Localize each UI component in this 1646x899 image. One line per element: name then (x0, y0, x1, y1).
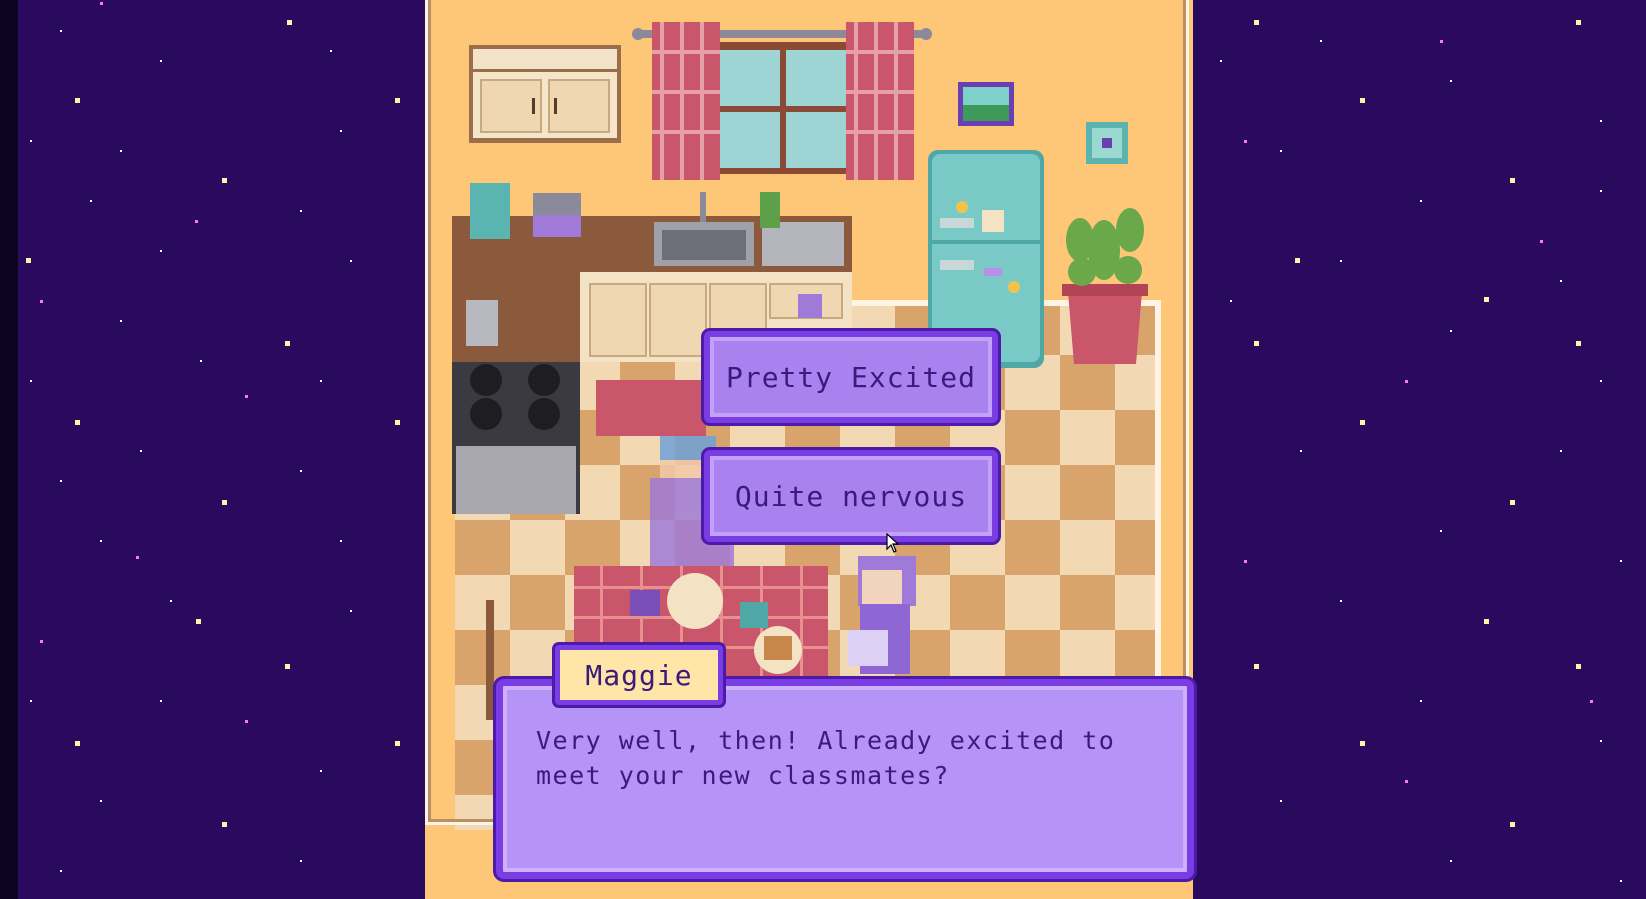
choice-quite-nervous-label: Quite nervous (734, 479, 968, 513)
arrow-cursor-icon (886, 533, 900, 553)
choice-pretty-excited-button[interactable]: Pretty Excited (704, 331, 998, 423)
choice-quite-nervous-button[interactable]: Quite nervous (704, 450, 998, 542)
speaker-name: Maggie (585, 658, 693, 692)
dialog-text: Very well, then! Already excited to meet… (536, 726, 1116, 790)
speaker-name-tag: Maggie (555, 645, 723, 705)
choice-pretty-excited-label: Pretty Excited (725, 360, 976, 394)
